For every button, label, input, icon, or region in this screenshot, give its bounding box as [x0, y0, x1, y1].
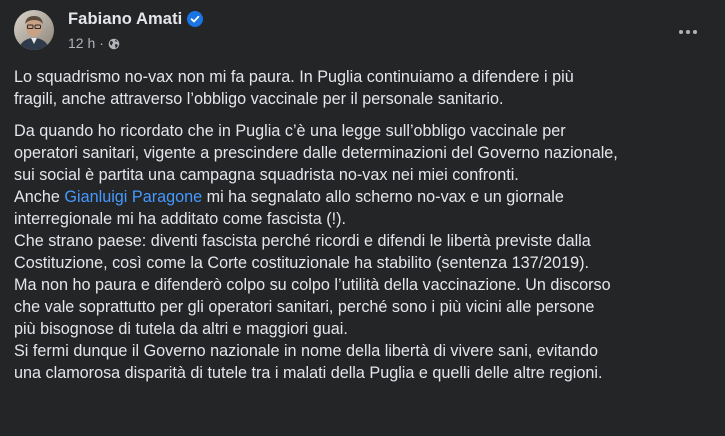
mention-link-gianluigi-paragone[interactable]: Gianluigi Paragone — [64, 188, 202, 206]
text-line: interregionale mi ha additato come fasci… — [14, 210, 347, 228]
author-avatar[interactable] — [14, 10, 54, 50]
text-line: Che strano paese: diventi fascista perch… — [14, 232, 591, 250]
text-line: operatori sanitari, vigente a prescinder… — [14, 144, 618, 162]
meta-separator: · — [99, 35, 104, 51]
avatar-photo — [14, 10, 54, 50]
text-line: Costituzione, così come la Corte costitu… — [14, 254, 589, 272]
text-line: più bisognose di tutela da altri e maggi… — [14, 320, 348, 338]
post-meta: 12 h · — [68, 34, 120, 52]
post-paragraph-1: Lo squadrismo no-vax non mi fa paura. In… — [14, 66, 716, 110]
post-paragraph-2: Da quando ho ricordato che in Puglia c’è… — [14, 120, 716, 384]
facebook-post: Fabiano Amati 12 h · Lo squadrismo no-va… — [0, 0, 725, 436]
text-line-with-mention: Anche Gianluigi Paragone mi ha segnalato… — [14, 186, 716, 208]
author-row: Fabiano Amati — [68, 8, 204, 30]
text-fragment: Anche — [14, 188, 65, 206]
author-name[interactable]: Fabiano Amati — [68, 10, 182, 29]
text-fragment: mi ha segnalato allo scherno no-vax e un… — [202, 188, 564, 206]
verified-badge-icon — [187, 11, 204, 27]
text-line: Da quando ho ricordato che in Puglia c’è… — [14, 122, 566, 140]
text-line: Lo squadrismo no-vax non mi fa paura. In… — [14, 68, 574, 86]
text-line: Ma non ho paura e difenderò colpo su col… — [14, 276, 611, 294]
text-line: una clamorosa disparità di tutele tra i … — [14, 364, 603, 382]
post-body: Lo squadrismo no-vax non mi fa paura. In… — [14, 66, 716, 384]
text-line: sui social è partita una campagna squadr… — [14, 166, 519, 184]
globe-icon[interactable] — [108, 37, 120, 50]
text-line: fragili, anche attraverso l’obbligo vacc… — [14, 90, 504, 108]
post-timestamp[interactable]: 12 h — [68, 35, 95, 51]
more-options-icon — [679, 30, 697, 34]
more-options-button[interactable] — [670, 14, 706, 50]
text-line: Si fermi dunque il Governo nazionale in … — [14, 342, 598, 360]
text-line: che vale soprattutto per gli operatori s… — [14, 298, 595, 316]
